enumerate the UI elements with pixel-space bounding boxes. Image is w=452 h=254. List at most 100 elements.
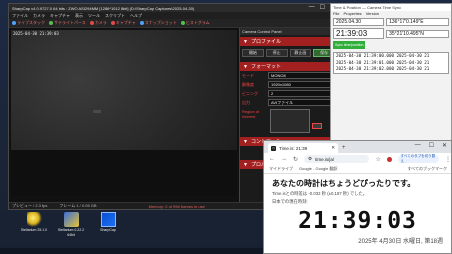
time-field[interactable]: 21:39:03 bbox=[333, 28, 385, 39]
toolbar-label: カメラ bbox=[94, 20, 107, 25]
log-line: 2025-04-30 21:39:00.000 2025-04-30 21 bbox=[336, 53, 430, 58]
reload-icon[interactable]: ↻ bbox=[293, 156, 298, 163]
all-bookmarks[interactable]: すべてのブックマーク bbox=[407, 166, 447, 172]
expand-icon: ▼ bbox=[243, 138, 248, 145]
omnibox[interactable]: ⚙ time.is/ja/ bbox=[304, 155, 370, 163]
timeis-favicon-icon: ◷ bbox=[271, 145, 276, 151]
log-line: 2025-04-30 21:39:01.000 2025-04-30 21 bbox=[336, 59, 430, 65]
date-row: 2025.04.30 136°17'0.149"E bbox=[331, 17, 451, 27]
window-title: SharpCap v4.0.9727.0 64 bits : ZWO ASI29… bbox=[12, 5, 195, 11]
toolbar-histogram[interactable]: ヒストグラム bbox=[180, 20, 210, 26]
toolbar-label: スナップショット bbox=[144, 20, 177, 25]
field-label: モード bbox=[242, 72, 254, 78]
toolbar-capture[interactable]: キャプチャ bbox=[110, 20, 136, 26]
menu-properties[interactable]: Properties bbox=[343, 11, 361, 17]
expand-icon: ▼ bbox=[243, 161, 248, 168]
maximize-button[interactable]: ☐ bbox=[429, 142, 434, 149]
address-bar-row: ← → ↻ ⚙ time.is/ja/ ☆ すべてのタブを切り替え ⋮ bbox=[264, 153, 451, 165]
section-profile[interactable]: ▼ プロファイル ✕ bbox=[240, 37, 337, 46]
stellarium-icon bbox=[63, 212, 79, 227]
stop-button[interactable]: 停止 bbox=[265, 49, 288, 57]
camera-preview[interactable]: 2025-04-30 21:39:03 bbox=[11, 30, 237, 196]
latitude-field[interactable]: 35°21'10.495"N bbox=[386, 29, 449, 38]
log-line: 2025-04-30 21:39:02.000 2025-04-30 21 bbox=[336, 66, 430, 72]
section-format[interactable]: ▼ フォーマット bbox=[240, 62, 337, 71]
menu-camera[interactable]: カメラ bbox=[33, 13, 45, 19]
mode-select[interactable]: MONO8 bbox=[268, 72, 335, 79]
still-button[interactable]: 静止画 bbox=[289, 49, 312, 57]
bookmark-star-icon[interactable]: ☆ bbox=[375, 156, 380, 163]
binning-select[interactable]: 2 bbox=[268, 90, 335, 97]
tab-timeis[interactable]: ◷ Time.is: 21:39 ✕ bbox=[268, 143, 338, 153]
window-controls: — ☐ ✕ bbox=[415, 142, 447, 149]
preview-dark-area bbox=[11, 150, 237, 196]
menu-capture[interactable]: キャプチャ bbox=[50, 13, 70, 19]
minimize-button[interactable]: — bbox=[309, 4, 315, 11]
page-title: あなたの時計はちょうどぴったりです。 bbox=[272, 179, 416, 188]
toolbar-satellite[interactable]: サテライトパース bbox=[49, 20, 86, 26]
sync-log[interactable]: 2025-04-30 21:39:00.000 2025-04-30 21 20… bbox=[333, 52, 449, 74]
sync-row: Sync time/position bbox=[331, 40, 451, 50]
menu-file[interactable]: ファイル bbox=[12, 13, 28, 19]
back-icon[interactable]: ← bbox=[269, 156, 275, 162]
toolbar-snapshot[interactable]: スナップショット bbox=[139, 20, 177, 26]
desktop: Stellarium 25.1.0 Stellarium 0.22.2 64bi… bbox=[0, 0, 452, 254]
livestack-icon bbox=[12, 21, 16, 25]
sync-button[interactable]: Sync time/position bbox=[333, 41, 366, 49]
desktop-icon-stellarium-old[interactable]: Stellarium 0.22.2 64bit bbox=[56, 212, 86, 237]
panel-title: Camera Control Panel bbox=[240, 28, 337, 35]
bookmark-translate[interactable]: Google - Google 翻訳 bbox=[299, 166, 337, 172]
field-label: ビニング bbox=[242, 90, 258, 96]
roi-handle[interactable] bbox=[312, 123, 322, 129]
histogram-icon bbox=[180, 21, 185, 25]
field-label: 解像度 bbox=[242, 81, 254, 87]
longitude-field[interactable]: 136°17'0.149"E bbox=[386, 18, 449, 26]
url-text: time.is/ja/ bbox=[315, 156, 335, 162]
start-button[interactable]: 開始 bbox=[242, 49, 264, 57]
toolbar-livestack[interactable]: ライブスタック bbox=[12, 20, 45, 26]
menu-version[interactable]: Version bbox=[366, 11, 379, 17]
capture-buttons: 開始 停止 静止画 保存 bbox=[240, 46, 337, 60]
close-button[interactable]: ✕ bbox=[442, 142, 447, 149]
expand-icon: ▼ bbox=[243, 63, 248, 70]
toolbar-label: ライブスタック bbox=[17, 20, 45, 25]
forward-icon[interactable]: → bbox=[281, 156, 287, 162]
section-label: プロファイル bbox=[250, 39, 281, 45]
desktop-icon-sharpcap[interactable]: SharpCap bbox=[93, 212, 123, 233]
browser-window: ◷ Time.is: 21:39 ✕ + — ☐ ✕ ← → ↻ ⚙ time.… bbox=[263, 140, 452, 254]
output-select[interactable]: AVIファイル bbox=[268, 99, 335, 106]
field-label: 出力 bbox=[242, 99, 250, 105]
tab-title: Time.is: 21:39 bbox=[279, 145, 308, 151]
resolution-select[interactable]: 1920x1080 bbox=[268, 81, 335, 88]
toolbar-camera[interactable]: カメラ bbox=[89, 20, 107, 26]
bookmark-drive[interactable]: マイドライブ bbox=[269, 166, 293, 172]
close-tab-icon[interactable]: ✕ bbox=[331, 145, 335, 151]
profile-button[interactable]: すべてのタブを切り替え bbox=[397, 154, 439, 163]
toolbar-label: ヒストグラム bbox=[185, 20, 210, 25]
minimize-button[interactable]: — bbox=[415, 142, 421, 149]
field-mode: モード MONO8 bbox=[240, 71, 337, 80]
menu-file[interactable]: File bbox=[333, 11, 339, 17]
sharpcap-icon bbox=[100, 212, 116, 227]
window-title: Time & Position — Camera Time Sync bbox=[331, 4, 451, 11]
menu-kebab-icon[interactable]: ⋮ bbox=[445, 156, 451, 163]
roi-preview-box[interactable] bbox=[270, 109, 310, 133]
menu-view[interactable]: 表示 bbox=[75, 13, 83, 19]
field-output: 出力 AVIファイル bbox=[240, 98, 337, 107]
preview-timestamp: 2025-04-30 21:39:03 bbox=[13, 31, 59, 36]
new-tab-icon[interactable]: + bbox=[342, 145, 346, 151]
maximize-button[interactable]: ☐ bbox=[320, 4, 325, 11]
desktop-icon-stellarium[interactable]: Stellarium 25.1.0 bbox=[19, 212, 49, 233]
date-text: 2025年 4月30日 水曜日, 第18週 bbox=[358, 239, 443, 245]
menu-help[interactable]: ヘルプ bbox=[130, 13, 142, 19]
extension-icon[interactable] bbox=[386, 156, 392, 162]
desktop-icon-label: Stellarium 25.1.0 bbox=[20, 228, 48, 232]
local-time-label: 日本での現在時刻: bbox=[272, 199, 308, 204]
status-frames: フレーム 1 / 0.05 GB bbox=[59, 203, 97, 208]
bookmarks-bar: マイドライブ Google - Google 翻訳 すべてのブックマーク bbox=[264, 165, 451, 174]
site-info-icon[interactable]: ⚙ bbox=[308, 156, 312, 162]
date-field[interactable]: 2025.04.30 bbox=[333, 18, 385, 26]
sharpcap-titlebar: SharpCap v4.0.9727.0 64 bits : ZWO ASI29… bbox=[9, 4, 337, 12]
menu-scripting[interactable]: スクリプト bbox=[105, 13, 125, 19]
menu-tools[interactable]: ツール bbox=[88, 13, 100, 19]
